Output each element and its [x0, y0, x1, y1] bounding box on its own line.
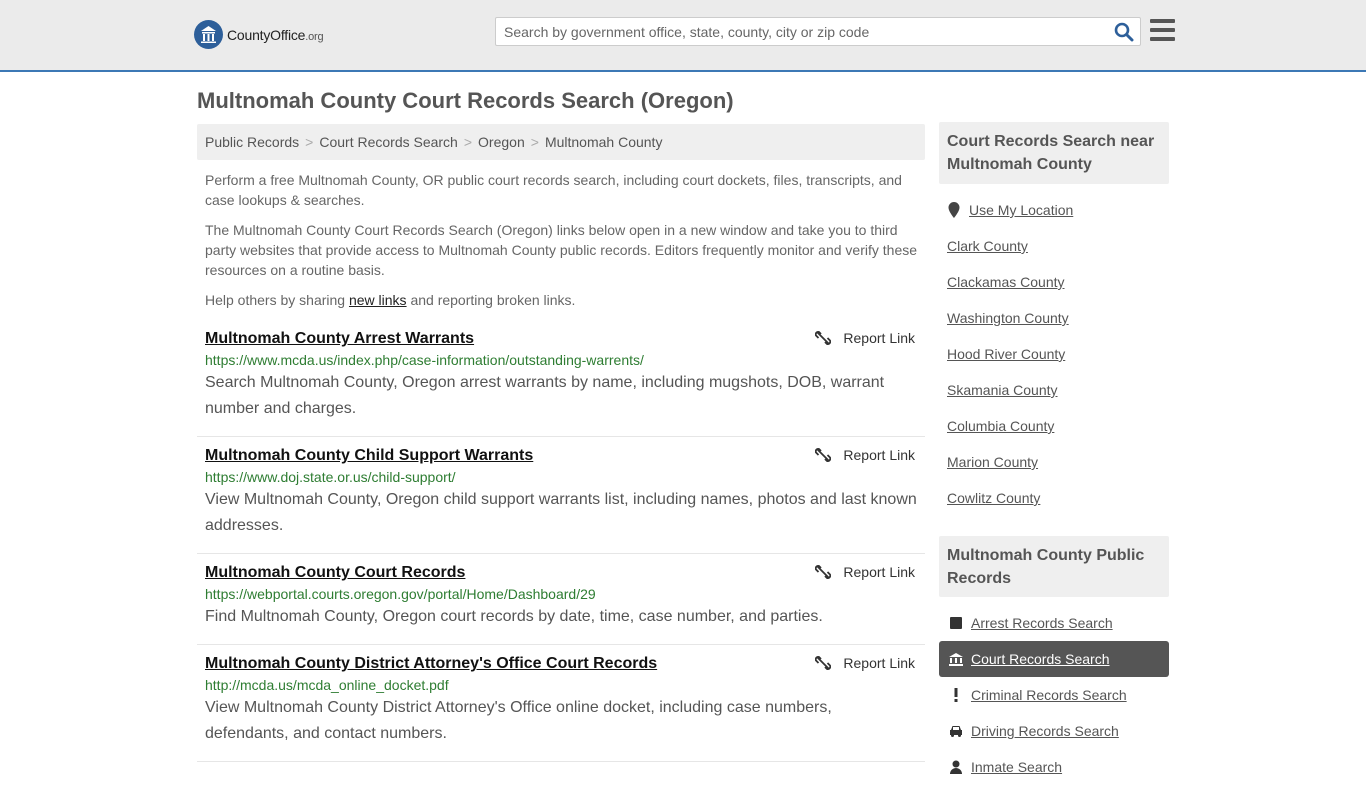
new-links-link[interactable]: new links [349, 292, 407, 308]
breadcrumb: Public Records > Court Records Search > Oreg… [197, 124, 925, 160]
nearby-county-link[interactable]: Skamania County [947, 382, 1058, 398]
map-pin-icon [947, 202, 961, 218]
breadcrumb-separator: > [530, 134, 539, 150]
report-link-label: Report Link [843, 655, 915, 671]
report-link-label: Report Link [843, 447, 915, 463]
search-input[interactable] [496, 18, 1096, 45]
hamburger-menu-icon[interactable] [1150, 19, 1175, 41]
breadcrumb-multnomah-county[interactable]: Multnomah County [545, 134, 663, 150]
logo-suffix: .org [305, 30, 324, 43]
result-description: Search Multnomah County, Oregon arrest w… [205, 374, 885, 417]
result-description: View Multnomah County, Oregon child supp… [205, 491, 917, 534]
report-link-button[interactable]: Report Link [815, 655, 915, 671]
car-icon [949, 725, 963, 737]
court-records-search-link[interactable]: Court Records Search [939, 641, 1169, 677]
result-url: https://webportal.courts.oregon.gov/port… [205, 586, 596, 602]
intro-paragraph-3: Help others by sharing new links and rep… [205, 292, 576, 308]
report-link-label: Report Link [843, 564, 915, 580]
search-icon[interactable] [1114, 22, 1134, 42]
result-url: https://www.mcda.us/index.php/case-infor… [205, 352, 644, 368]
result-item: Multnomah County Court Records Report Li… [197, 564, 925, 645]
result-description: Find Multnomah County, Oregon court reco… [205, 608, 823, 625]
broken-link-icon [815, 331, 832, 345]
report-link-button[interactable]: Report Link [815, 564, 915, 580]
courthouse-icon [949, 652, 963, 666]
broken-link-icon [815, 656, 832, 670]
result-url: https://www.doj.state.or.us/child-suppor… [205, 469, 456, 485]
result-description: View Multnomah County District Attorney'… [205, 699, 832, 742]
logo-seal-icon [194, 20, 223, 49]
broken-link-icon [815, 448, 832, 462]
use-my-location-link[interactable]: Use My Location [939, 192, 1169, 228]
report-link-button[interactable]: Report Link [815, 447, 915, 463]
result-title-link[interactable]: Multnomah County Child Support Warrants [205, 447, 533, 465]
result-url: http://mcda.us/mcda_online_docket.pdf [205, 677, 449, 693]
page-title: Multnomah County Court Records Search (O… [197, 88, 734, 113]
logo-text: CountyOffice [227, 26, 306, 43]
nearby-county-link[interactable]: Marion County [947, 454, 1038, 470]
criminal-records-search-link[interactable]: Criminal Records Search [939, 677, 1169, 713]
inmate-icon [949, 760, 963, 774]
nearby-county-link[interactable]: Clackamas County [947, 274, 1065, 290]
breadcrumb-separator: > [463, 134, 473, 150]
breadcrumb-separator: > [305, 134, 314, 150]
result-item: Multnomah County Arrest Warrants Report … [197, 330, 925, 437]
result-title-link[interactable]: Multnomah County Court Records [205, 564, 465, 582]
result-title-link[interactable]: Multnomah County District Attorney's Off… [205, 655, 657, 673]
nearby-county-link[interactable]: Washington County [947, 310, 1069, 326]
site-logo[interactable]: CountyOffice.org [194, 20, 324, 49]
report-link-button[interactable]: Report Link [815, 330, 915, 346]
inmate-search-link[interactable]: Inmate Search [939, 749, 1169, 785]
report-link-label: Report Link [843, 330, 915, 346]
result-title-link[interactable]: Multnomah County Arrest Warrants [205, 330, 474, 348]
breadcrumb-oregon[interactable]: Oregon [478, 134, 525, 150]
nearby-heading: Court Records Search near Multnomah Coun… [939, 122, 1169, 184]
intro-paragraph-1: Perform a free Multnomah County, OR publ… [205, 172, 902, 208]
search-bar [495, 17, 1141, 46]
square-icon [949, 617, 963, 629]
breadcrumb-public-records[interactable]: Public Records [205, 134, 299, 150]
exclamation-icon [949, 688, 963, 702]
driving-records-search-link[interactable]: Driving Records Search [939, 713, 1169, 749]
nearby-county-link[interactable]: Columbia County [947, 418, 1054, 434]
nearby-county-link[interactable]: Cowlitz County [947, 490, 1040, 506]
arrest-records-search-link[interactable]: Arrest Records Search [939, 605, 1169, 641]
result-item: Multnomah County District Attorney's Off… [197, 655, 925, 762]
broken-link-icon [815, 565, 832, 579]
intro-paragraph-2: The Multnomah County Court Records Searc… [205, 222, 918, 278]
nearby-county-link[interactable]: Hood River County [947, 346, 1065, 362]
nearby-county-link[interactable]: Clark County [947, 238, 1028, 254]
public-records-heading: Multnomah County Public Records [939, 536, 1169, 597]
breadcrumb-court-records-search[interactable]: Court Records Search [319, 134, 458, 150]
result-item: Multnomah County Child Support Warrants … [197, 447, 925, 554]
site-header: CountyOffice.org [0, 0, 1366, 72]
